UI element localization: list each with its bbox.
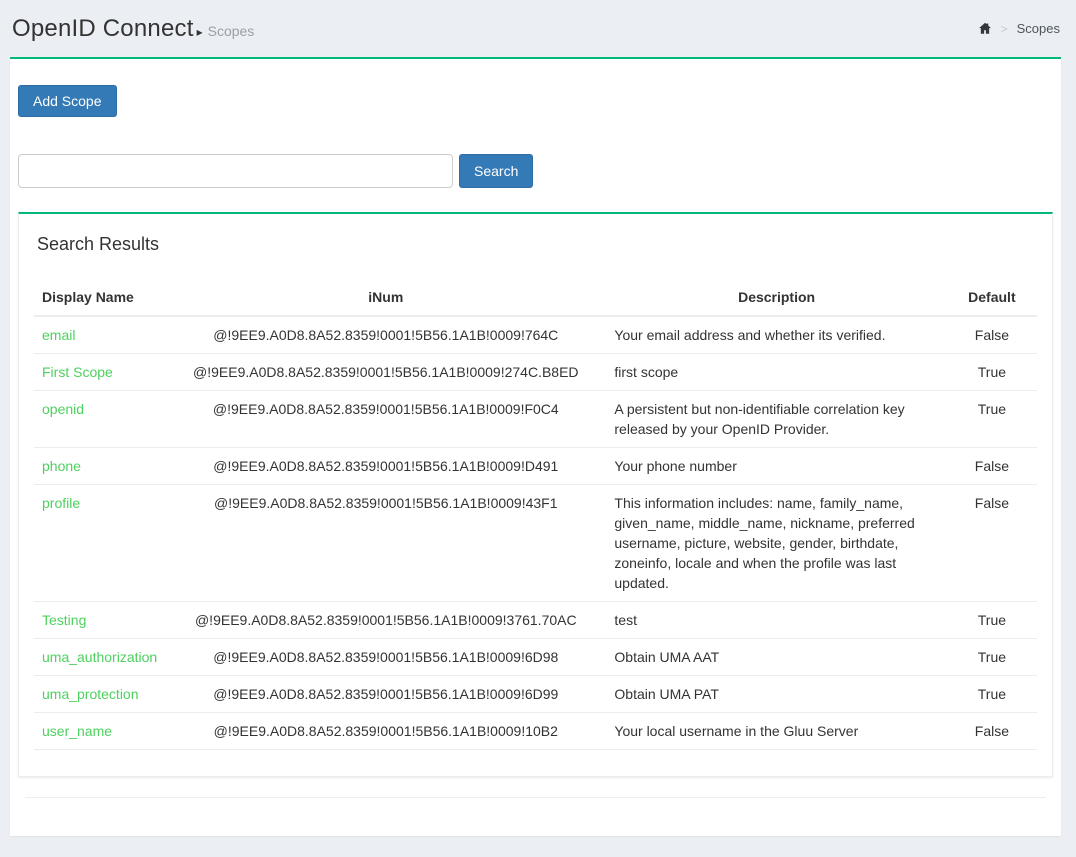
scope-description: first scope [606, 354, 946, 391]
home-icon[interactable] [978, 22, 992, 35]
scope-inum: @!9EE9.A0D8.8A52.8359!0001!5B56.1A1B!000… [165, 316, 606, 354]
scope-inum: @!9EE9.A0D8.8A52.8359!0001!5B56.1A1B!000… [165, 713, 606, 750]
table-row: Testing @!9EE9.A0D8.8A52.8359!0001!5B56.… [34, 602, 1037, 639]
column-header-description: Description [606, 279, 946, 316]
scope-inum: @!9EE9.A0D8.8A52.8359!0001!5B56.1A1B!000… [165, 391, 606, 448]
scope-link[interactable]: user_name [42, 723, 112, 739]
scope-default: False [947, 485, 1037, 602]
breadcrumb-current: Scopes [1017, 21, 1060, 36]
table-row: email @!9EE9.A0D8.8A52.8359!0001!5B56.1A… [34, 316, 1037, 354]
table-row: profile @!9EE9.A0D8.8A52.8359!0001!5B56.… [34, 485, 1037, 602]
column-header-inum: iNum [165, 279, 606, 316]
search-input[interactable] [18, 154, 453, 188]
scope-description: Your phone number [606, 448, 946, 485]
scope-inum: @!9EE9.A0D8.8A52.8359!0001!5B56.1A1B!000… [165, 485, 606, 602]
scope-default: True [947, 391, 1037, 448]
table-row: user_name @!9EE9.A0D8.8A52.8359!0001!5B5… [34, 713, 1037, 750]
main-container: Add Scope Search Search Results Display … [10, 57, 1061, 836]
page-header: OpenID Connect ▸ Scopes > Scopes [0, 0, 1076, 57]
scope-link[interactable]: uma_authorization [42, 649, 157, 665]
column-header-default: Default [947, 279, 1037, 316]
scopes-table: Display Name iNum Description Default em… [34, 279, 1037, 750]
scope-description: Obtain UMA AAT [606, 639, 946, 676]
scope-link[interactable]: First Scope [42, 364, 113, 380]
table-row: uma_authorization @!9EE9.A0D8.8A52.8359!… [34, 639, 1037, 676]
scope-inum: @!9EE9.A0D8.8A52.8359!0001!5B56.1A1B!000… [165, 602, 606, 639]
scope-default: False [947, 316, 1037, 354]
search-bar: Search [18, 154, 1053, 188]
add-scope-button[interactable]: Add Scope [18, 85, 117, 117]
scope-inum: @!9EE9.A0D8.8A52.8359!0001!5B56.1A1B!000… [165, 354, 606, 391]
breadcrumb: > Scopes [978, 21, 1060, 36]
scope-description: test [606, 602, 946, 639]
table-header-row: Display Name iNum Description Default [34, 279, 1037, 316]
footer-space [18, 798, 1053, 816]
scope-link[interactable]: email [42, 327, 75, 343]
scope-inum: @!9EE9.A0D8.8A52.8359!0001!5B56.1A1B!000… [165, 639, 606, 676]
search-results-title: Search Results [37, 234, 1037, 255]
scope-default: False [947, 448, 1037, 485]
scope-default: True [947, 639, 1037, 676]
scope-default: False [947, 713, 1037, 750]
page-title: OpenID Connect [12, 15, 194, 43]
scope-link[interactable]: phone [42, 458, 81, 474]
search-results-panel: Search Results Display Name iNum Descrip… [18, 212, 1053, 777]
scope-link[interactable]: Testing [42, 612, 86, 628]
scope-description: A persistent but non-identifiable correl… [606, 391, 946, 448]
scope-link[interactable]: openid [42, 401, 84, 417]
scope-link[interactable]: profile [42, 495, 80, 511]
scope-inum: @!9EE9.A0D8.8A52.8359!0001!5B56.1A1B!000… [165, 676, 606, 713]
page-title-area: OpenID Connect ▸ Scopes [12, 15, 254, 43]
table-row: uma_protection @!9EE9.A0D8.8A52.8359!000… [34, 676, 1037, 713]
table-row: openid @!9EE9.A0D8.8A52.8359!0001!5B56.1… [34, 391, 1037, 448]
scope-link[interactable]: uma_protection [42, 686, 139, 702]
scope-description: Your local username in the Gluu Server [606, 713, 946, 750]
column-header-display-name: Display Name [34, 279, 165, 316]
scope-description: Your email address and whether its verif… [606, 316, 946, 354]
scope-inum: @!9EE9.A0D8.8A52.8359!0001!5B56.1A1B!000… [165, 448, 606, 485]
scope-default: True [947, 602, 1037, 639]
page-subtitle: Scopes [208, 23, 255, 39]
scope-description: This information includes: name, family_… [606, 485, 946, 602]
search-button[interactable]: Search [459, 154, 533, 188]
caret-right-icon: ▸ [197, 25, 203, 39]
scope-default: True [947, 676, 1037, 713]
table-row: First Scope @!9EE9.A0D8.8A52.8359!0001!5… [34, 354, 1037, 391]
table-row: phone @!9EE9.A0D8.8A52.8359!0001!5B56.1A… [34, 448, 1037, 485]
scope-description: Obtain UMA PAT [606, 676, 946, 713]
breadcrumb-separator: > [1001, 22, 1008, 36]
scope-default: True [947, 354, 1037, 391]
